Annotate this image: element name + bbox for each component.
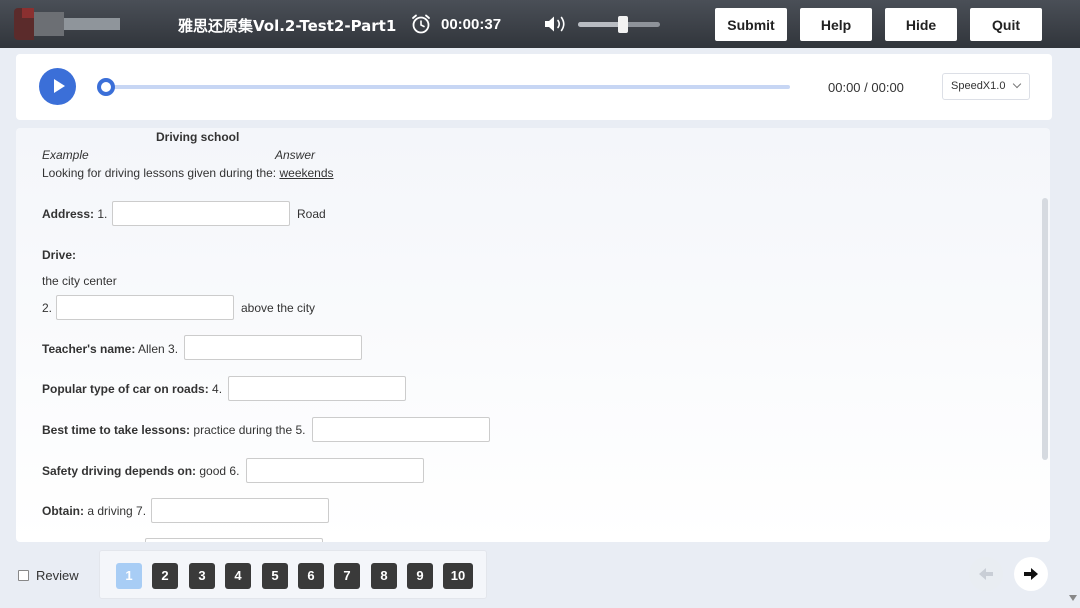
chevron-down-icon (1012, 79, 1022, 89)
speaker-icon[interactable] (543, 14, 569, 34)
audio-seek-track[interactable] (106, 85, 790, 89)
answer-input-5[interactable] (312, 417, 490, 442)
speed-select[interactable]: SpeedX1.0 (942, 73, 1030, 100)
play-button[interactable] (39, 68, 76, 105)
timer: 00:00:37 (441, 16, 502, 33)
q3-prefix: Teacher's name: Allen 3. (42, 342, 179, 356)
alarm-clock-icon (412, 14, 430, 34)
page-title: 雅思还原集Vol.2-Test2-Part1 (178, 17, 397, 35)
q1-suffix: Road (297, 207, 326, 221)
volume-slider-handle[interactable] (618, 16, 629, 33)
answer-input-6[interactable] (246, 458, 424, 483)
previous-button[interactable] (969, 557, 1003, 591)
quit-button[interactable]: Quit (970, 8, 1042, 41)
answer-input-1[interactable] (112, 201, 290, 226)
answer-input-7[interactable] (151, 498, 329, 523)
q2-prefix: 2. (42, 301, 53, 315)
review-label: Review (36, 568, 79, 583)
drive-line: the city center (42, 274, 117, 288)
answer-input-partial[interactable] (145, 538, 323, 542)
question-navigator: 1 2 3 4 5 6 7 8 9 10 (99, 550, 487, 599)
next-button[interactable] (1014, 557, 1048, 591)
answer-input-3[interactable] (184, 335, 362, 360)
example-answer: weekends (279, 166, 334, 180)
question-button-10[interactable]: 10 (443, 563, 473, 589)
q1-prefix: Address: 1. (42, 207, 108, 221)
audio-time: 00:00 / 00:00 (828, 80, 904, 95)
question-button-1[interactable]: 1 (116, 563, 142, 589)
question-button-3[interactable]: 3 (189, 563, 215, 589)
audio-seek-handle[interactable] (97, 78, 115, 96)
arrow-left-icon (979, 568, 993, 580)
hide-button[interactable]: Hide (885, 8, 957, 41)
arrow-right-icon (1024, 568, 1038, 580)
audio-player: 00:00 / 00:00 SpeedX1.0 (16, 54, 1052, 120)
answer-input-2[interactable] (56, 295, 234, 320)
question-button-9[interactable]: 9 (407, 563, 433, 589)
submit-button[interactable]: Submit (715, 8, 787, 41)
volume-slider-fill (578, 22, 624, 27)
question-button-8[interactable]: 8 (371, 563, 397, 589)
help-button[interactable]: Help (800, 8, 872, 41)
question-button-6[interactable]: 6 (298, 563, 324, 589)
example-line: Looking for driving lessons given during… (42, 166, 334, 180)
answer-input-4[interactable] (228, 376, 406, 401)
q4-prefix: Popular type of car on roads: 4. (42, 382, 223, 396)
window-scroll-down-icon[interactable] (1069, 595, 1077, 601)
q2-suffix: above the city (241, 301, 316, 315)
question-button-5[interactable]: 5 (262, 563, 288, 589)
answer-label: Answer (275, 148, 316, 162)
question-button-2[interactable]: 2 (152, 563, 178, 589)
question-button-4[interactable]: 4 (225, 563, 251, 589)
review-checkbox[interactable] (18, 570, 29, 581)
q7-prefix: Obtain: a driving 7. (42, 504, 147, 518)
form-heading: Driving school (156, 130, 240, 144)
speed-select-value: SpeedX1.0 (951, 80, 1006, 92)
question-button-7[interactable]: 7 (334, 563, 360, 589)
avatar (14, 8, 138, 40)
drive-label: Drive: (42, 248, 77, 262)
q6-prefix: Safety driving depends on: good 6. (42, 464, 240, 478)
top-bar: 雅思还原集Vol.2-Test2-Part1 00:00:37 Submit H… (0, 0, 1080, 48)
panel-scrollbar[interactable] (1042, 198, 1048, 460)
q5-prefix: Best time to take lessons: practice duri… (42, 423, 306, 437)
example-label: Example (42, 148, 89, 162)
question-panel: Driving school Example Answer Looking fo… (16, 128, 1050, 542)
play-icon (54, 79, 65, 93)
